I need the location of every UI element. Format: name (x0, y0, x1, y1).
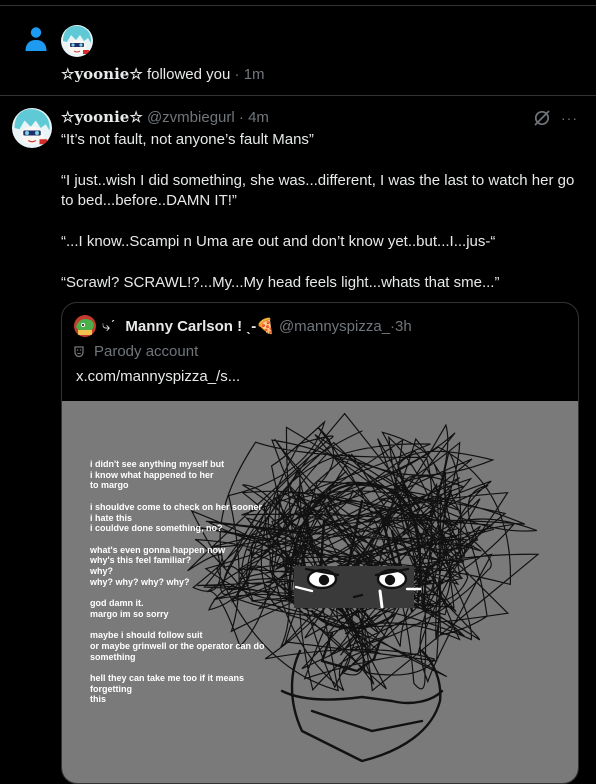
caption-line: maybe i should follow suit (90, 630, 203, 641)
follow-action: followed you (142, 66, 231, 83)
quoted-avatar-suffix: ⤷ˊ (102, 317, 116, 335)
post-paragraph: “Scrawl? SCRAWL!?...My...My head feels l… (61, 274, 500, 291)
caption-line: i didn't see anything myself but (90, 459, 225, 469)
caption-line: hell they can take me too if it means (90, 672, 245, 683)
separator-dot: · (234, 109, 249, 126)
caption-line: i know what happened to her (90, 469, 214, 480)
follow-notification[interactable]: ☆yoonie☆ followed you · 1m (0, 6, 596, 96)
quoted-post-link[interactable]: x.com/mannyspizza_/s... (76, 368, 240, 385)
caption-line: why? (90, 566, 114, 576)
caption-line: i couldve done something, no? (90, 523, 223, 534)
follower-name[interactable]: ☆yoonie☆ (61, 65, 143, 83)
author-avatar[interactable] (12, 108, 52, 148)
caption-line: i shouldve come to check on her sooner (90, 501, 263, 512)
post-time[interactable]: 4m (248, 109, 269, 126)
caption-line: why? why? why? why? (90, 576, 190, 587)
caption-line: to margo (90, 480, 129, 491)
post-header: ☆yoonie☆ @zvmbiegurl · 4m (61, 108, 269, 126)
notification-text: ☆yoonie☆ followed you · 1m (61, 65, 265, 83)
quoted-post[interactable]: ⤷ˊ Manny Carlson ! ˎ-🍕 @mannyspizza_ · 3… (61, 302, 579, 784)
post-text: “It’s not fault, not anyone’s fault Mans… (61, 130, 576, 314)
post[interactable]: ☆yoonie☆ @zvmbiegurl · 4m ··· “It’s not … (0, 96, 596, 784)
parody-label: Parody account (74, 343, 198, 360)
caption-line: forgetting (90, 683, 132, 694)
quoted-post-image[interactable]: i didn't see anything myself but i know … (62, 401, 578, 783)
follower-avatar[interactable] (61, 25, 93, 57)
quoted-post-time: 3h (395, 317, 412, 335)
notification-time: 1m (243, 66, 265, 83)
quoted-author-handle: @mannyspizza_ (278, 317, 391, 335)
parody-text: Parody account (94, 343, 199, 360)
caption-line: something (90, 651, 136, 662)
more-options-icon[interactable]: ··· (561, 109, 577, 127)
caption-line: this (90, 694, 107, 705)
image-caption-text: i didn't see anything myself but i know … (90, 459, 265, 705)
grok-icon[interactable] (533, 109, 551, 127)
caption-line: i hate this (90, 512, 133, 523)
separator-dot: · (230, 66, 244, 83)
quoted-post-header: ⤷ˊ Manny Carlson ! ˎ-🍕 @mannyspizza_ · 3… (74, 315, 412, 337)
caption-line: what's even gonna happen now (90, 544, 226, 555)
person-icon (24, 26, 48, 52)
post-paragraph: “...I know..Scampi n Uma are out and don… (61, 233, 496, 250)
caption-line: god damn it. (90, 598, 144, 609)
author-name[interactable]: ☆yoonie☆ (61, 108, 143, 126)
quoted-author-avatar[interactable] (74, 315, 96, 337)
author-handle[interactable]: @zvmbiegurl (147, 109, 235, 126)
theater-masks-icon (74, 345, 88, 359)
post-paragraph: “I just..wish I did something, she was..… (61, 172, 575, 209)
caption-line: or maybe grinwell or the operator can do (90, 640, 265, 651)
post-paragraph: “It’s not fault, not anyone’s fault Mans… (61, 131, 314, 148)
quoted-author-name[interactable]: Manny Carlson ! ˎ-🍕 (125, 317, 275, 335)
caption-line: margo im so sorry (90, 608, 169, 619)
caption-line: why's this feel familiar? (90, 555, 192, 566)
